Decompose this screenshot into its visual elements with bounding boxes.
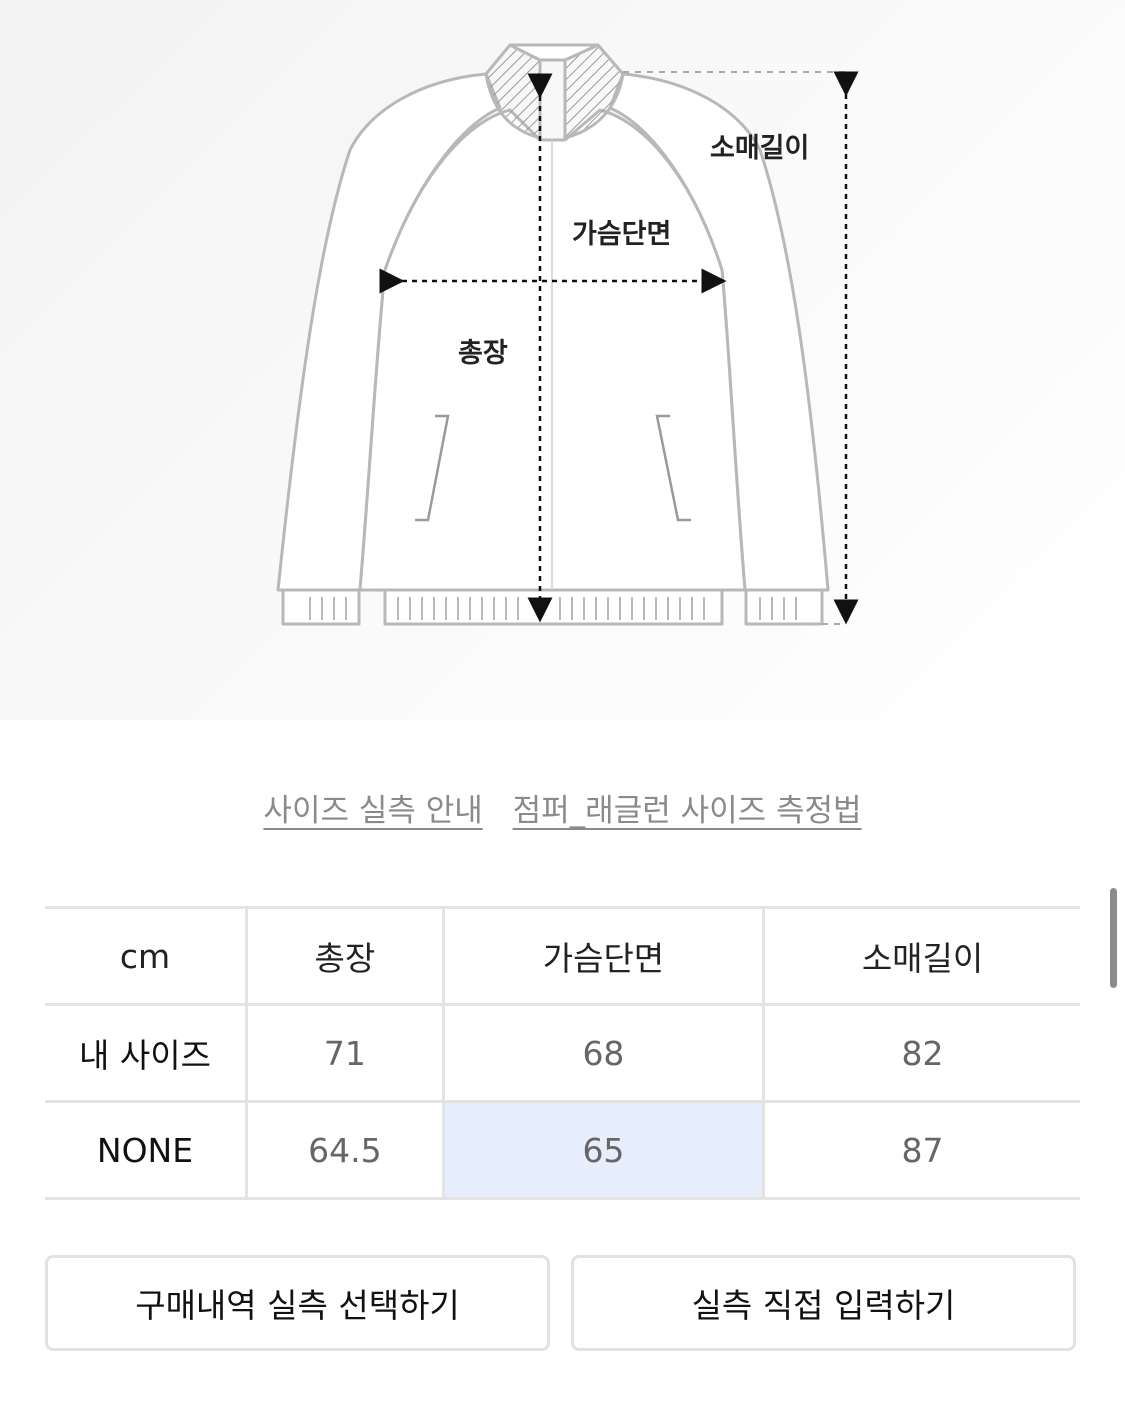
column-header: 가슴단면: [441, 906, 764, 1006]
table-cell: 71: [245, 1004, 444, 1103]
measure-method-link[interactable]: 점퍼_래글런 사이즈 측정법: [513, 793, 862, 829]
size-table: cm 총장 가슴단면 소매길이 내 사이즈 71 68 82 NONE 64.5…: [45, 906, 1080, 1200]
chest-width-label: 가슴단면: [572, 219, 672, 250]
table-row: NONE 64.5 65 87: [45, 1101, 1080, 1200]
size-guide-links: 사이즈 실측 안내 점퍼_래글런 사이즈 측정법: [0, 785, 1125, 830]
table-cell: 64.5: [245, 1101, 444, 1200]
table-row: 내 사이즈 71 68 82: [45, 1004, 1080, 1103]
table-cell: 68: [441, 1004, 764, 1103]
column-header: 소매길이: [762, 906, 1080, 1006]
table-cell-highlighted: 65: [441, 1101, 764, 1200]
total-length-label: 총장: [458, 338, 508, 369]
column-header: 총장: [245, 906, 444, 1006]
unit-header: cm: [45, 906, 247, 1006]
jacket-size-diagram: 소매길이 가슴단면 총장: [0, 0, 1125, 720]
direct-input-button[interactable]: 실측 직접 입력하기: [571, 1255, 1076, 1351]
size-guide-link[interactable]: 사이즈 실측 안내: [263, 793, 482, 829]
row-label: 내 사이즈: [45, 1004, 247, 1103]
select-purchase-history-button[interactable]: 구매내역 실측 선택하기: [45, 1255, 550, 1351]
scrollbar[interactable]: [1110, 888, 1117, 988]
table-header-row: cm 총장 가슴단면 소매길이: [45, 906, 1080, 1006]
row-label: NONE: [45, 1101, 247, 1200]
table-cell: 87: [762, 1101, 1080, 1200]
jacket-illustration: [276, 43, 859, 626]
table-cell: 82: [762, 1004, 1080, 1103]
sleeve-length-label: 소매길이: [710, 133, 810, 164]
